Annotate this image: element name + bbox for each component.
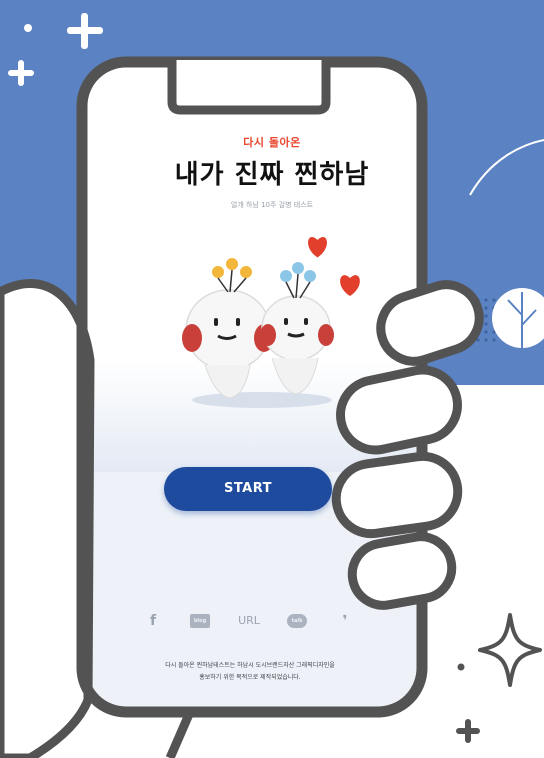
url-share-button[interactable]: URL bbox=[234, 610, 264, 632]
blog-label: blog bbox=[190, 614, 210, 628]
mascot-right bbox=[260, 262, 334, 395]
start-button[interactable]: START bbox=[164, 467, 332, 511]
heart-icon bbox=[340, 275, 360, 296]
blog-share-icon[interactable]: blog bbox=[187, 610, 213, 632]
talk-label: talk bbox=[287, 614, 307, 628]
footer-notice-line1: 다시 돌아온 찐하남테스트는 하남시 도시브랜드자산 그래픽디자인을 bbox=[165, 662, 335, 669]
heart-icon bbox=[308, 237, 327, 258]
kakaotalk-share-icon[interactable]: talk bbox=[284, 610, 310, 632]
mascot-left bbox=[182, 258, 274, 399]
kakaostory-share-icon[interactable]: ❜ bbox=[332, 610, 358, 632]
story-label: ❜ bbox=[342, 613, 348, 629]
facebook-label: f bbox=[149, 613, 157, 629]
page-subtitle: 다시 돌아온 bbox=[243, 136, 301, 149]
footer-notice-line2: 홍보하기 위한 목적으로 제작되었습니다. bbox=[199, 674, 301, 681]
facebook-share-icon[interactable]: f bbox=[140, 610, 166, 632]
page-title: 내가 진짜 찐하남 bbox=[174, 160, 370, 190]
page-caption: 얼개 하남 10주 걸병 테스트 bbox=[230, 201, 314, 209]
mascot-illustration bbox=[182, 237, 360, 408]
